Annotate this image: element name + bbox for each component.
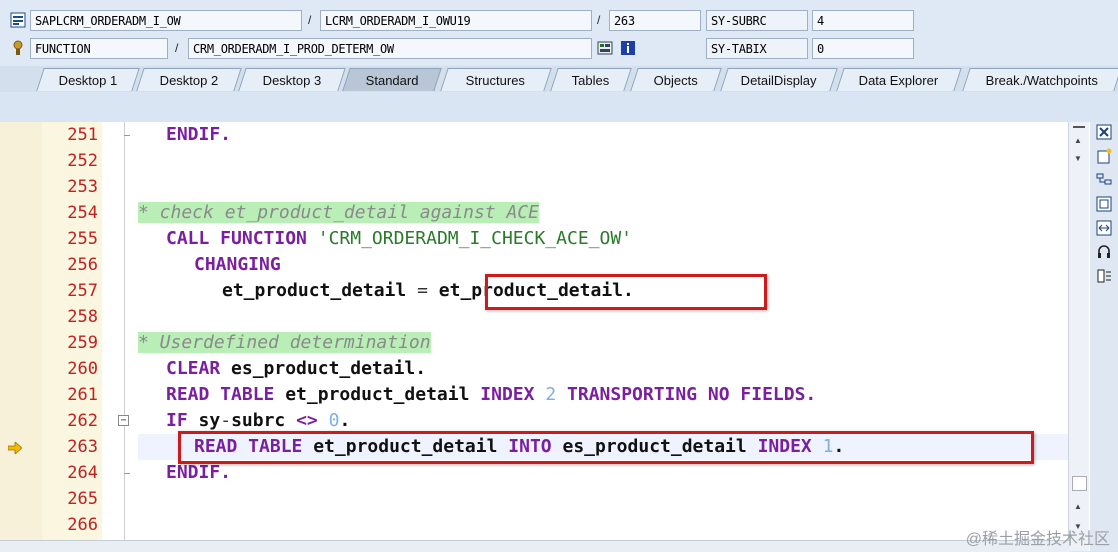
tab-standard[interactable]: Standard: [342, 68, 442, 91]
headset-icon[interactable]: [1095, 244, 1113, 262]
line-number: 261: [67, 385, 98, 405]
code-line-255: CALL FUNCTION 'CRM_ORDERADM_I_CHECK_ACE_…: [166, 228, 633, 249]
line-number: 251: [67, 125, 98, 145]
display-icon[interactable]: [597, 40, 613, 56]
close-icon[interactable]: [1095, 124, 1113, 142]
scroll-up-icon: ▲: [1074, 136, 1082, 145]
program-icon: [10, 12, 26, 28]
highlight-box-line-257: [485, 274, 767, 310]
code-line-259: * Userdefined determination: [138, 332, 431, 353]
line-number: 252: [67, 151, 98, 171]
current-statement-arrow-icon: [8, 442, 22, 454]
highlight-box-line-263: [178, 431, 1034, 464]
line-number: 255: [67, 229, 98, 249]
line-number: 253: [67, 177, 98, 197]
tab-desktop-1[interactable]: Desktop 1: [36, 68, 140, 91]
scroll-up-icon: ▲: [1074, 502, 1082, 511]
line-number: 265: [67, 489, 98, 509]
sy-subrc-value[interactable]: 4: [812, 10, 914, 31]
fold-guide: [124, 122, 125, 551]
line-number: 254: [67, 203, 98, 223]
line-number: 257: [67, 281, 98, 301]
code-line-251: ENDIF.: [166, 124, 232, 145]
line-field[interactable]: 263: [609, 10, 701, 31]
line-number: 260: [67, 359, 98, 379]
expand-width-icon[interactable]: [1095, 220, 1113, 238]
line-number: 264: [67, 463, 98, 483]
program-field[interactable]: SAPLCRM_ORDERADM_I_OW: [30, 10, 302, 31]
toolbar-area: [0, 92, 1118, 123]
tab-desktop-3[interactable]: Desktop 3: [238, 68, 346, 91]
sy-subrc-label[interactable]: SY-SUBRC: [706, 10, 808, 31]
code-line-256: CHANGING: [194, 254, 281, 275]
line-number: 258: [67, 307, 98, 327]
fullscreen-icon[interactable]: [1095, 196, 1113, 214]
editor-vertical-scrollbar[interactable]: ▲ ▼ ▲ ▼: [1068, 122, 1089, 551]
breakpoint-column[interactable]: [0, 122, 43, 551]
include-field[interactable]: LCRM_ORDERADM_I_OWU19: [320, 10, 592, 31]
fold-toggle[interactable]: −: [118, 415, 129, 426]
function-icon: [10, 40, 26, 56]
new-document-icon[interactable]: [1095, 148, 1113, 166]
line-number: 259: [67, 333, 98, 353]
sy-tabix-label[interactable]: SY-TABIX: [706, 38, 808, 59]
line-number: 263: [67, 437, 98, 457]
line-number: 266: [67, 515, 98, 535]
tab-data-explorer[interactable]: Data Explorer: [836, 68, 962, 91]
routine-field[interactable]: CRM_ORDERADM_I_PROD_DETERM_OW: [188, 38, 592, 59]
tab-breakpoints-watchpoints[interactable]: Break./Watchpoints: [962, 68, 1118, 91]
structure-icon[interactable]: [1095, 172, 1113, 190]
code-line-254: * check et_product_detail against ACE: [138, 202, 539, 223]
editor-horizontal-scrollbar[interactable]: [0, 540, 1070, 552]
settings-icon[interactable]: [1095, 268, 1113, 286]
code-line-261: READ TABLE et_product_detail INDEX 2 TRA…: [166, 384, 817, 405]
scroll-thumb: [1072, 476, 1087, 491]
sy-tabix-value[interactable]: 0: [812, 38, 914, 59]
tab-detail-display[interactable]: DetailDisplay: [720, 68, 838, 91]
tab-tables[interactable]: Tables: [550, 68, 632, 91]
tab-objects[interactable]: Objects: [630, 68, 722, 91]
tab-desktop-2[interactable]: Desktop 2: [136, 68, 242, 91]
line-number: 256: [67, 255, 98, 275]
scroll-down-icon: ▼: [1074, 154, 1082, 163]
tab-structures[interactable]: Structures: [440, 68, 552, 91]
line-number: 262: [67, 411, 98, 431]
info-icon[interactable]: [620, 40, 636, 56]
code-line-260: CLEAR es_product_detail.: [166, 358, 427, 379]
source-code-editor[interactable]: 251 252 253 254 255 256 257 258 259 260 …: [0, 122, 1090, 551]
debugger-header: SAPLCRM_ORDERADM_I_OW / LCRM_ORDERADM_I_…: [0, 0, 1118, 66]
type-field[interactable]: FUNCTION: [30, 38, 168, 59]
desktop-tab-strip: Desktop 1 Desktop 2 Desktop 3 Standard S…: [0, 66, 1118, 93]
watermark: @稀土掘金技术社区: [965, 531, 1110, 548]
